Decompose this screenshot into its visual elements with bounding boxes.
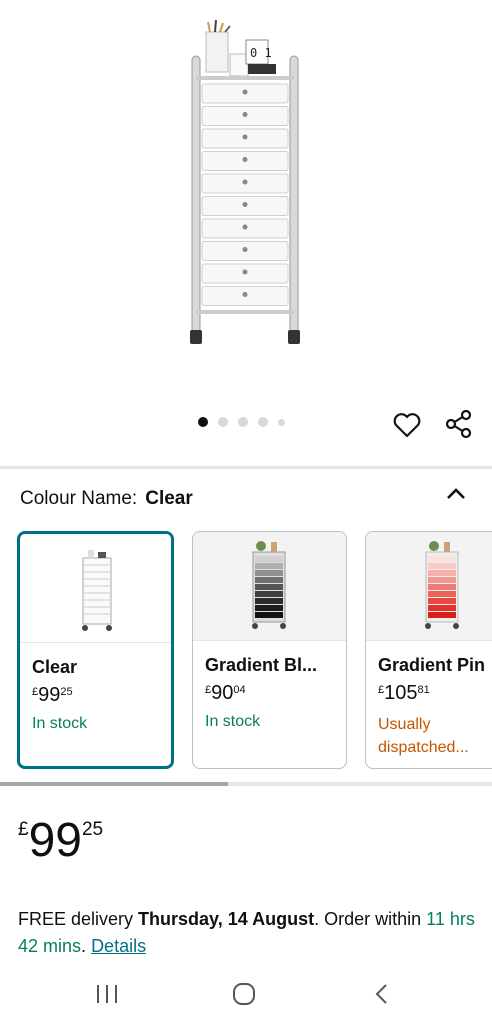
swatch-thumbnail	[82, 550, 112, 631]
swatch-price: £10581	[378, 682, 430, 704]
price-whole: 99	[28, 814, 82, 867]
android-nav-bar	[0, 976, 492, 1024]
chevron-up-icon[interactable]	[444, 484, 468, 504]
carousel-dot-3[interactable]	[238, 417, 248, 427]
swatch-name: Clear	[32, 657, 78, 677]
swatch-availability: Usually dispatched...	[378, 716, 469, 756]
swatch-thumbnail	[252, 541, 286, 629]
svg-text:0 1: 0 1	[250, 46, 272, 60]
recent-apps-icon[interactable]	[94, 982, 120, 1006]
drawer-knob	[242, 179, 248, 185]
drawer-knob	[242, 269, 248, 275]
carousel-dot-4[interactable]	[258, 417, 268, 427]
drawer-knob	[242, 157, 248, 162]
swatch-gradient-black[interactable]: Gradient Bl... £9004 In stock	[192, 531, 347, 769]
price-currency: £	[18, 819, 29, 840]
swatch-price: £9925	[32, 684, 73, 706]
delivery-message: FREE delivery Thursday, 14 August. Order…	[18, 909, 475, 956]
heart-icon[interactable]	[392, 410, 422, 440]
drawer-knob	[242, 89, 248, 95]
drawer-cart-illustration: 0 1	[190, 20, 300, 344]
swatch-price: £9004	[205, 682, 246, 704]
delivery-details-link[interactable]: Details	[91, 936, 146, 956]
swatch-thumbnail	[425, 541, 459, 629]
delivery-date: Thursday, 14 August	[138, 909, 315, 929]
swatch-name: Gradient Pin	[378, 655, 486, 675]
swatch-availability: In stock	[32, 715, 88, 732]
back-icon[interactable]	[370, 982, 394, 1006]
share-icon[interactable]	[444, 409, 474, 439]
swatch-image	[366, 532, 492, 641]
drawer-knob	[242, 292, 248, 297]
variation-selected: Clear	[145, 488, 193, 509]
drawer-knob	[242, 134, 248, 140]
swatch-gradient-pink[interactable]: Gradient Pin £10581 Usually dispatched..…	[365, 531, 492, 769]
drawer-knob	[242, 202, 248, 207]
swatch-image	[193, 532, 346, 641]
colour-swatch-carousel[interactable]: Clear £9925 In stock Gradient Bl... £900…	[17, 531, 492, 769]
drawer-knob	[242, 112, 248, 117]
drawer-knob	[242, 224, 248, 230]
swatch-name: Gradient Bl...	[205, 655, 318, 675]
scrollbar-thumb[interactable]	[0, 782, 228, 786]
section-divider	[0, 466, 492, 469]
swatch-clear[interactable]: Clear £9925 In stock	[17, 531, 174, 769]
drawer-knob	[242, 247, 248, 252]
carousel-dot-5[interactable]	[278, 418, 285, 426]
swatch-scrollbar[interactable]	[0, 782, 492, 786]
variation-header[interactable]: Colour Name: Clear	[20, 488, 193, 510]
carousel-dot-2[interactable]	[218, 417, 228, 427]
swatch-availability: In stock	[205, 713, 261, 730]
product-image[interactable]: 0 1	[0, 0, 492, 400]
carousel-dot-1[interactable]	[198, 417, 208, 427]
price-fraction: 25	[81, 819, 104, 840]
product-price: £9925	[18, 813, 103, 868]
variation-label: Colour Name:	[20, 488, 138, 509]
home-icon[interactable]	[231, 982, 257, 1006]
image-carousel-dots[interactable]	[198, 417, 285, 427]
swatch-image	[20, 534, 171, 643]
